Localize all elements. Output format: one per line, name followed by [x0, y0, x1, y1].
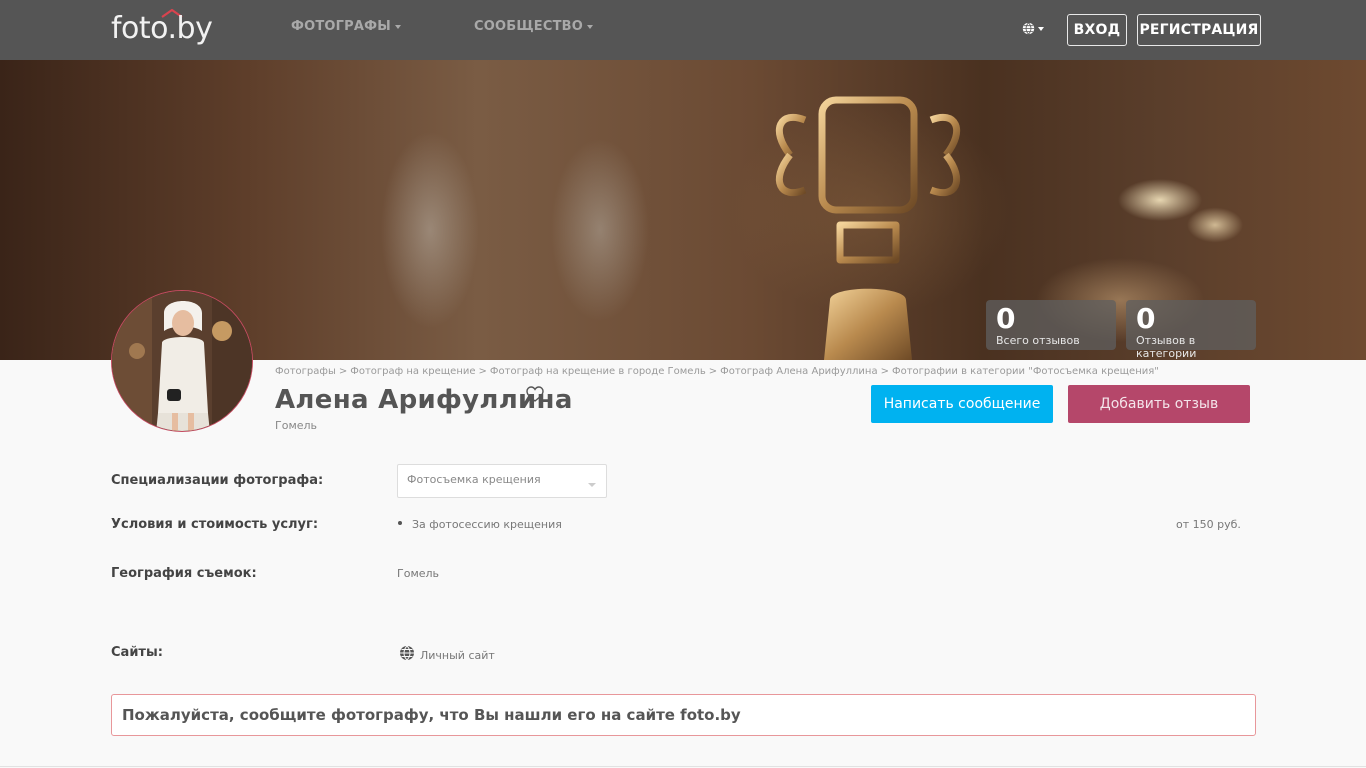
- caret-down-icon: [587, 24, 594, 29]
- total-reviews-stat: 0 Всего отзывов: [986, 300, 1116, 350]
- nav-photographers-menu[interactable]: ФОТОГРАФЫ: [291, 19, 401, 34]
- language-switcher[interactable]: [1022, 22, 1044, 35]
- breadcrumb-item-photographer[interactable]: Фотограф Алена Арифуллина: [720, 366, 877, 377]
- bullet-icon: [398, 521, 402, 525]
- caret-down-icon: [588, 483, 596, 487]
- avatar[interactable]: [111, 290, 253, 432]
- service-name: За фотосессию крещения: [412, 518, 562, 531]
- divider: [0, 766, 1366, 767]
- breadcrumb-item-baptism-city[interactable]: Фотограф на крещение в городе Гомель: [490, 366, 706, 377]
- breadcrumb-item-photographers[interactable]: Фотографы: [275, 366, 336, 377]
- breadcrumb-item-baptism[interactable]: Фотограф на крещение: [350, 366, 475, 377]
- service-price: от 150 руб.: [1176, 518, 1241, 531]
- breadcrumb: Фотографы > Фотограф на крещение > Фотограф …: [275, 366, 1159, 377]
- breadcrumb-separator: >: [708, 366, 718, 377]
- profile-city: Гомель: [275, 419, 318, 432]
- add-review-button[interactable]: Добавить отзыв: [1068, 385, 1250, 423]
- globe-icon: [400, 645, 414, 661]
- sites-label: Сайты:: [111, 645, 163, 660]
- breadcrumb-item-category[interactable]: Фотографии в категории "Фотосъемка креще…: [892, 366, 1159, 377]
- category-reviews-count: 0: [1136, 302, 1156, 335]
- specialization-select[interactable]: Фотосъемка крещения: [397, 464, 607, 498]
- nav-community-menu[interactable]: СООБЩЕСТВО: [474, 19, 594, 34]
- breadcrumb-separator: >: [880, 366, 889, 377]
- send-message-button[interactable]: Написать сообщение: [871, 385, 1053, 423]
- logo-image: foto.by: [111, 8, 213, 46]
- caret-down-icon: [1038, 26, 1044, 31]
- category-reviews-label: Отзывов в категории: [1136, 334, 1197, 360]
- conditions-label: Условия и стоимость услуг:: [111, 517, 319, 532]
- breadcrumb-separator: >: [478, 366, 487, 377]
- logo-text: foto.by: [111, 11, 212, 46]
- login-button[interactable]: ВХОД: [1067, 14, 1127, 46]
- avatar-photo: [112, 291, 252, 431]
- geography-value: Гомель: [397, 567, 440, 580]
- breadcrumb-separator: >: [338, 366, 348, 377]
- top-navbar: foto.by ФОТОГРАФЫ СООБЩЕСТВО ВХОД РЕГИСТ…: [0, 0, 1366, 60]
- nav-community-label: СООБЩЕСТВО: [474, 19, 584, 34]
- specialization-selected: Фотосъемка крещения: [407, 473, 541, 486]
- category-reviews-stat: 0 Отзывов в категории: [1126, 300, 1256, 360]
- total-reviews-label: Всего отзывов: [996, 334, 1080, 347]
- heart-icon[interactable]: [526, 386, 544, 402]
- site-logo[interactable]: foto.by: [110, 6, 240, 48]
- notice-box: Пожалуйста, сообщите фотографу, что Вы н…: [111, 694, 1256, 736]
- total-reviews-count: 0: [996, 302, 1016, 335]
- geography-label: География съемок:: [111, 566, 257, 581]
- caret-down-icon: [394, 24, 401, 29]
- globe-icon: [1022, 22, 1035, 35]
- specializations-label: Специализации фотографа:: [111, 473, 324, 488]
- personal-site-link[interactable]: Личный сайт: [420, 649, 495, 662]
- nav-photographers-label: ФОТОГРАФЫ: [291, 19, 391, 34]
- register-button[interactable]: РЕГИСТРАЦИЯ: [1137, 14, 1261, 46]
